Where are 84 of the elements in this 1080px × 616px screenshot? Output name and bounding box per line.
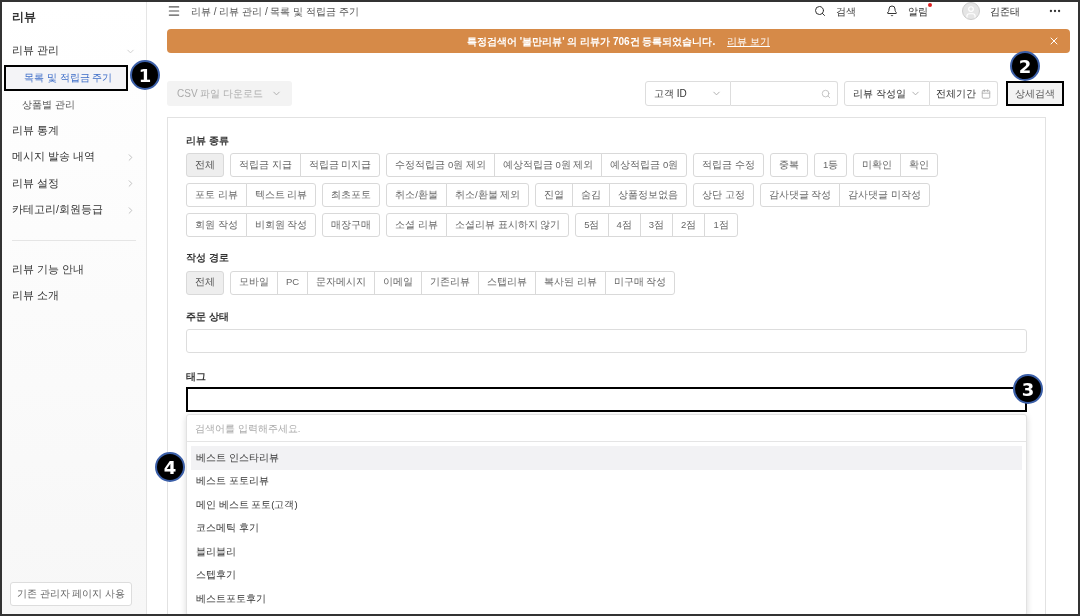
banner-message: 특정검색어 '불만리뷰' 의 리뷰가 706건 등록되었습니다. [467,34,716,49]
filter-chip[interactable]: 예상적립금 0원 제외 [493,153,603,178]
tag-option[interactable]: 베스트 포토리뷰 [191,469,1022,493]
sidebar-title: 리뷰 [11,9,37,26]
filter-chip[interactable]: 적립금 미지급 [299,153,381,178]
filter-label: 태그 [186,369,207,384]
filter-chip[interactable]: 문자메시지 [307,270,376,295]
filter-chip[interactable]: 숨김 [572,183,611,208]
filter-chip[interactable]: 취소/환불 [386,183,447,208]
annotation-marker: 4 [155,452,185,482]
sidebar-link[interactable]: 리뷰 기능 안내 [2,256,146,283]
filter-chip[interactable]: 전체 [186,153,224,178]
id-select[interactable]: 고객 ID [645,81,731,106]
tag-option[interactable]: 스텝후기 [191,563,1022,587]
close-icon[interactable] [1048,35,1060,47]
filter-chip[interactable]: 3점 [639,213,674,238]
tag-option[interactable]: 베스트포토후기 [191,587,1022,611]
tag-option[interactable]: 코스메틱 후기 [191,516,1022,540]
annotation-marker: 3 [1013,374,1043,404]
menu-icon[interactable] [167,4,181,18]
filter-label: 작성 경로 [186,251,230,266]
filter-chip[interactable]: 1점 [704,213,738,238]
sidebar-link[interactable]: 리뷰 소개 [2,282,146,309]
calendar-icon [981,88,991,99]
filter-chip[interactable]: 회원 작성 [186,213,247,238]
filter-chip[interactable]: 모바일 [230,270,278,295]
filter-chip[interactable]: PC [277,270,309,295]
filter-chip[interactable]: 미확인 [853,153,902,178]
breadcrumb: 리뷰 / 리뷰 관리 / 목록 및 적립금 주기 [191,4,359,19]
filter-chip[interactable]: 4점 [607,213,641,238]
filter-chip[interactable]: 적립금 지급 [230,153,301,178]
alerts-label[interactable]: 알림 [908,3,932,19]
filter-chip[interactable]: 적립금 수정 [693,153,764,178]
filter-chip[interactable]: 기존리뷰 [421,270,480,295]
filter-chip[interactable]: 예상적립금 0원 [601,153,688,178]
sidebar-item[interactable]: 메시지 발송 내역 [2,144,146,171]
filter-chip[interactable]: 텍스트 리뷰 [245,183,317,208]
sidebar-item[interactable]: 리뷰 통계 [2,117,146,144]
filter-chip[interactable]: 감사댓글 작성 [759,183,841,208]
id-search-field[interactable] [731,81,838,106]
annotation-marker: 1 [130,60,160,90]
sidebar-item[interactable]: 카테고리/회원등급 [2,197,146,224]
sidebar-item[interactable]: 리뷰 설정 [2,170,146,197]
filter-chip[interactable]: 포토 리뷰 [186,183,247,208]
filter-chip[interactable]: 상단 고정 [693,183,754,208]
tag-search-input[interactable]: 검색어를 입력해주세요. [187,416,1026,442]
date-type-select[interactable]: 리뷰 작성일 [844,81,930,106]
legacy-admin-button[interactable]: 기존 관리자 페이지 사용 [10,582,132,606]
detail-search-button[interactable]: 상세검색 [1006,81,1064,106]
filter-label: 주문 상태 [186,309,230,324]
tag-option[interactable]: 메인 베스트 포토(고객) [191,493,1022,517]
filter-chip[interactable]: 진열 [535,183,574,208]
period-field[interactable]: 전체기간 [930,81,998,106]
filter-chip[interactable]: 확인 [900,153,939,178]
bell-icon[interactable] [886,5,898,17]
filter-chip[interactable]: 매장구매 [322,213,381,238]
tag-option[interactable]: 베스트 인스타리뷰 [191,446,1022,470]
filter-chip[interactable]: 스탭리뷰 [478,270,537,295]
filter-chip[interactable]: 수정적립금 0원 제외 [386,153,495,178]
filter-chip[interactable]: 소셜 리뷰 [386,213,447,238]
filter-chip[interactable]: 5점 [575,213,609,238]
filter-chip[interactable]: 비회원 작성 [245,213,317,238]
filter-chip[interactable]: 최초포토 [322,183,381,208]
filter-chip[interactable]: 2점 [672,213,706,238]
user-name[interactable]: 김준태 [990,3,1020,19]
sidebar-subitem[interactable]: 목록 및 적립금 주기 [4,64,128,91]
sidebar-subitem[interactable]: 상품별 관리 [4,91,146,118]
order-status-field[interactable] [186,328,1027,353]
filter-chip[interactable]: 이메일 [374,270,423,295]
filter-chip[interactable]: 1등 [814,153,848,178]
filter-chip[interactable]: 미구매 작성 [604,270,676,295]
filter-chip[interactable]: 소셜리뷰 표시하지 않기 [445,213,570,238]
search-icon[interactable] [814,5,826,17]
filter-chip[interactable]: 복사된 리뷰 [535,270,606,295]
annotation-marker: 2 [1010,51,1040,81]
search-label[interactable]: 검색 [836,3,856,19]
filter-chip[interactable]: 취소/환불 제외 [445,183,530,208]
filter-label: 리뷰 종류 [186,134,230,148]
filter-chip[interactable]: 전체 [186,270,224,295]
filter-chip[interactable]: 감사댓글 미작성 [839,183,931,208]
search-icon [821,88,831,99]
filter-chip[interactable]: 중복 [770,153,808,178]
filter-chip[interactable]: 상품정보없음 [609,183,688,208]
tag-option[interactable]: 블리블리 [191,540,1022,564]
